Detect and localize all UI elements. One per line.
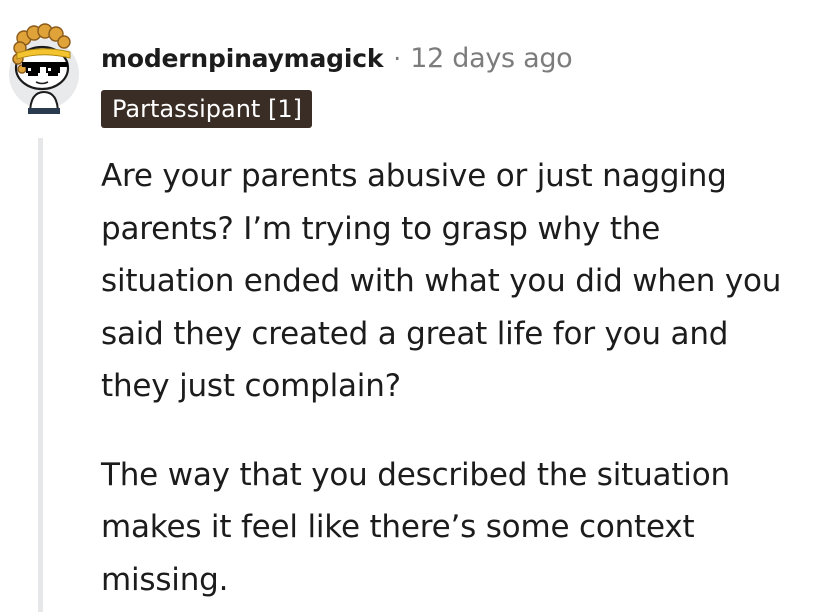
thread-line[interactable] [38,138,43,612]
user-avatar[interactable] [8,22,80,115]
username-link[interactable]: modernpinaymagick [101,44,383,73]
meta-separator: · [393,43,402,73]
comment-body: Are your parents abusive or just nagging… [101,150,801,612]
comment-header: modernpinaymagick · 12 days ago [101,38,573,78]
snoo-avatar-icon [9,23,79,115]
user-flair: Partassipant [1] [101,90,312,128]
comment-paragraph: The way that you described the situation… [101,456,730,598]
comment-paragraph: Are your parents abusive or just nagging… [101,158,782,404]
comment-timestamp[interactable]: 12 days ago [410,43,572,74]
